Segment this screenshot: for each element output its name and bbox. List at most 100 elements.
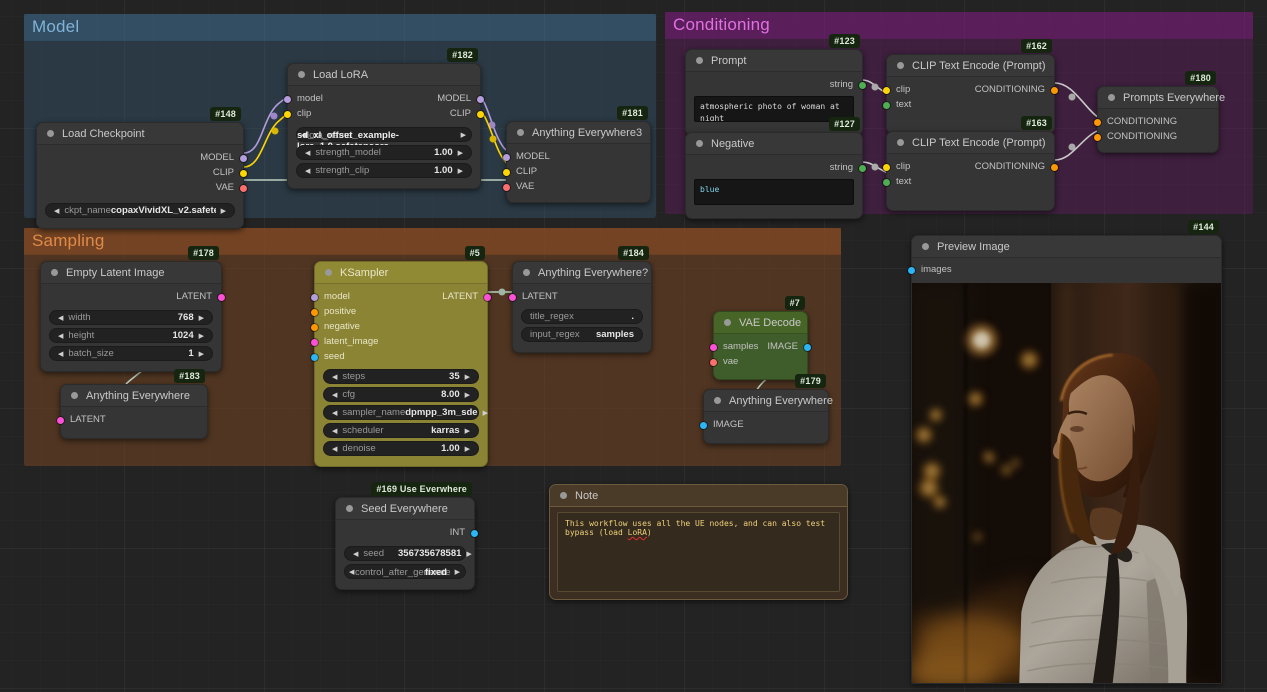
chevron-left-icon[interactable]: ◀	[58, 350, 63, 358]
collapse-icon[interactable]	[714, 397, 721, 404]
widget-width[interactable]: ◀ width 768 ▶	[49, 310, 213, 325]
input-slot-model[interactable]: model	[311, 290, 350, 304]
widget-denoise[interactable]: ◀ denoise 1.00 ▶	[323, 441, 479, 456]
output-slot-model[interactable]: MODEL	[437, 92, 484, 106]
widget-strength-model[interactable]: ◀ strength_model 1.00 ▶	[296, 145, 472, 160]
node-header[interactable]: Seed Everywhere	[336, 498, 474, 520]
chevron-right-icon[interactable]: ▶	[455, 568, 460, 576]
collapse-icon[interactable]	[696, 140, 703, 147]
node-header[interactable]: Note	[550, 485, 847, 507]
widget-height[interactable]: ◀ height 1024 ▶	[49, 328, 213, 343]
output-slot-clip[interactable]: CLIP	[213, 166, 247, 180]
port-icon[interactable]	[1051, 163, 1058, 171]
widget-input-regex[interactable]: input_regex samples	[521, 327, 643, 342]
port-icon[interactable]	[908, 266, 915, 274]
input-slot-vae[interactable]: vae	[710, 355, 738, 369]
node-header[interactable]: Load Checkpoint	[37, 123, 243, 145]
port-icon[interactable]	[1094, 118, 1101, 126]
widget-control-after-generate[interactable]: ◀ control_after_generate fixed ▶	[344, 564, 466, 579]
chevron-left-icon[interactable]: ◀	[349, 568, 354, 576]
output-slot-latent[interactable]: LATENT	[176, 290, 225, 304]
chevron-right-icon[interactable]: ▶	[465, 373, 470, 381]
collapse-icon[interactable]	[523, 269, 530, 276]
output-slot-conditioning[interactable]: CONDITIONING	[975, 83, 1058, 97]
node-header[interactable]: Preview Image	[912, 236, 1221, 258]
input-slot-vae[interactable]: VAE	[503, 180, 534, 194]
chevron-left-icon[interactable]: ◀	[332, 445, 337, 453]
collapse-icon[interactable]	[346, 505, 353, 512]
collapse-icon[interactable]	[897, 139, 904, 146]
node-anything-everywhere-question[interactable]: #184 Anything Everywhere? LATENT title_r…	[509, 246, 652, 353]
collapse-icon[interactable]	[517, 129, 524, 136]
input-slot-text[interactable]: text	[883, 98, 911, 112]
port-icon[interactable]	[883, 86, 890, 94]
port-icon[interactable]	[503, 183, 510, 191]
input-slot-clip[interactable]: clip	[883, 83, 910, 97]
collapse-icon[interactable]	[51, 269, 58, 276]
input-slot-model[interactable]: model	[284, 92, 323, 106]
port-icon[interactable]	[883, 178, 890, 186]
collapse-icon[interactable]	[724, 319, 731, 326]
chevron-right-icon[interactable]: ▶	[458, 149, 463, 157]
node-anything-everywhere-image[interactable]: #179 Anything Everywhere IMAGE	[700, 374, 833, 444]
port-icon[interactable]	[477, 95, 484, 103]
output-slot-int[interactable]: INT	[450, 526, 478, 540]
port-icon[interactable]	[471, 529, 478, 537]
port-icon[interactable]	[240, 154, 247, 162]
chevron-right-icon[interactable]: ▶	[465, 445, 470, 453]
node-header[interactable]: Load LoRA	[288, 64, 480, 86]
collapse-icon[interactable]	[897, 62, 904, 69]
port-icon[interactable]	[859, 164, 866, 172]
chevron-right-icon[interactable]: ▶	[199, 350, 204, 358]
collapse-icon[interactable]	[71, 392, 78, 399]
output-slot-clip[interactable]: CLIP	[450, 107, 484, 121]
port-icon[interactable]	[240, 184, 247, 192]
input-slot-latent-image[interactable]: latent_image	[311, 335, 378, 349]
chevron-right-icon[interactable]: ▶	[465, 391, 470, 399]
chevron-left-icon[interactable]: ◀	[54, 207, 59, 215]
note-textarea[interactable]: This workflow uses all the UE nodes, and…	[557, 512, 840, 592]
input-slot-conditioning-1[interactable]: CONDITIONING	[1094, 115, 1177, 129]
chevron-left-icon[interactable]: ◀	[332, 409, 337, 417]
output-slot-latent[interactable]: LATENT	[442, 290, 491, 304]
chevron-left-icon[interactable]: ◀	[58, 332, 63, 340]
port-icon[interactable]	[311, 353, 318, 361]
comfyui-canvas[interactable]: Model Conditioning Sampling #148 Load Ch…	[0, 0, 1267, 692]
output-slot-vae[interactable]: VAE	[216, 181, 247, 195]
port-icon[interactable]	[700, 421, 707, 429]
port-icon[interactable]	[883, 101, 890, 109]
collapse-icon[interactable]	[47, 130, 54, 137]
chevron-right-icon[interactable]: ▶	[199, 314, 204, 322]
output-slot-model[interactable]: MODEL	[200, 151, 247, 165]
port-icon[interactable]	[311, 323, 318, 331]
port-icon[interactable]	[284, 95, 291, 103]
chevron-left-icon[interactable]: ◀	[305, 149, 310, 157]
port-icon[interactable]	[859, 81, 866, 89]
node-clip-text-encode-negative[interactable]: #163 CLIP Text Encode (Prompt) clip COND…	[883, 116, 1058, 211]
node-note[interactable]: Note This workflow uses all the UE nodes…	[549, 484, 848, 600]
node-preview-image[interactable]: #144 Preview Image images	[908, 220, 1222, 684]
chevron-right-icon[interactable]: ▶	[461, 131, 466, 139]
collapse-icon[interactable]	[298, 71, 305, 78]
chevron-right-icon[interactable]: ▶	[199, 332, 204, 340]
node-header[interactable]: Prompts Everywhere	[1098, 87, 1225, 109]
widget-cfg[interactable]: ◀ cfg 8.00 ▶	[323, 387, 479, 402]
output-slot-conditioning[interactable]: CONDITIONING	[975, 160, 1058, 174]
input-slot-image[interactable]: IMAGE	[700, 418, 744, 432]
input-slot-positive[interactable]: positive	[311, 305, 356, 319]
node-header[interactable]: Empty Latent Image	[41, 262, 221, 284]
collapse-icon[interactable]	[325, 269, 332, 276]
port-icon[interactable]	[503, 153, 510, 161]
collapse-icon[interactable]	[696, 57, 703, 64]
chevron-left-icon[interactable]: ◀	[332, 391, 337, 399]
input-slot-clip[interactable]: clip	[883, 160, 910, 174]
output-slot-string[interactable]: string	[830, 78, 866, 92]
port-icon[interactable]	[1094, 133, 1101, 141]
widget-steps[interactable]: ◀ steps 35 ▶	[323, 369, 479, 384]
node-anything-everywhere-latent[interactable]: #183 Anything Everywhere LATENT	[57, 369, 208, 439]
output-slot-string[interactable]: string	[830, 161, 866, 175]
widget-strength-clip[interactable]: ◀ strength_clip 1.00 ▶	[296, 163, 472, 178]
node-empty-latent-image[interactable]: #178 Empty Latent Image LATENT ◀ width 7…	[40, 246, 225, 372]
input-slot-samples[interactable]: samples	[710, 340, 758, 354]
node-anything-everywhere3[interactable]: #181 Anything Everywhere3 MODEL CLIP VAE	[503, 106, 651, 203]
